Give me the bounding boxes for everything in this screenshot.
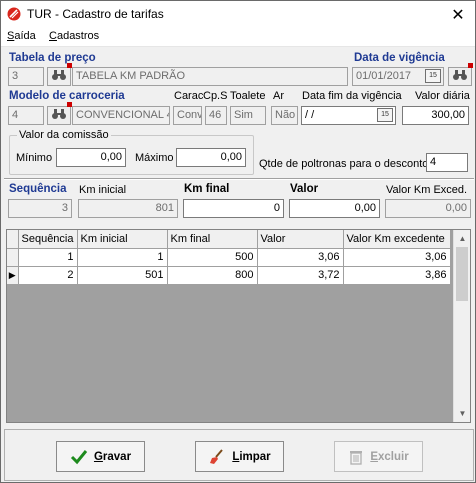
- valor-km-exced-field: 0,00: [385, 199, 471, 218]
- broom-icon: [208, 448, 226, 465]
- grid-header-row: Sequência Km inicial Km final Valor Valo…: [7, 230, 451, 249]
- data-fim-label: Data fim da vigência: [302, 90, 402, 102]
- table-row[interactable]: 1 1 500 3,06 3,06: [7, 248, 451, 267]
- limpar-button[interactable]: Limpar: [195, 441, 284, 472]
- separator: [4, 178, 474, 180]
- grid-col-header[interactable]: Km final: [167, 230, 258, 249]
- grid-cell[interactable]: 800: [167, 266, 258, 285]
- scroll-thumb[interactable]: [456, 247, 468, 301]
- grid-vertical-scrollbar[interactable]: ▲ ▼: [453, 230, 470, 422]
- menu-bar: Saída Cadastros: [1, 28, 475, 47]
- tabela-label: Tabela de preço: [9, 52, 96, 64]
- required-marker: [468, 63, 473, 68]
- grid-cell[interactable]: 3,86: [343, 266, 451, 285]
- vigencia-search-button[interactable]: [448, 67, 472, 86]
- grid-cell[interactable]: 1: [77, 248, 168, 267]
- grid-cell[interactable]: 1: [18, 248, 78, 267]
- binoculars-icon: [452, 69, 468, 84]
- ar-field: Não: [271, 106, 298, 125]
- minimo-label: Mínimo: [16, 152, 53, 164]
- toalete-field: Sim: [230, 106, 266, 125]
- maximo-field[interactable]: 0,00: [176, 148, 246, 167]
- modelo-label: Modelo de carroceria: [9, 90, 125, 102]
- valor-field[interactable]: 0,00: [289, 199, 380, 218]
- grid-cell[interactable]: 501: [77, 266, 168, 285]
- tabela-search-button[interactable]: [47, 67, 71, 86]
- valor-diaria-field[interactable]: 300,00: [402, 106, 469, 125]
- table-row[interactable]: ▶ 2 501 800 3,72 3,86: [7, 266, 451, 285]
- valor-label: Valor: [290, 183, 319, 195]
- scroll-down-icon[interactable]: ▼: [454, 405, 470, 422]
- modelo-name-field: CONVENCIONAL 4: [72, 106, 170, 125]
- title-bar: TUR - Cadastro de tarifas ✕: [1, 1, 475, 28]
- trash-icon: [348, 449, 364, 465]
- seq-field: 3: [8, 199, 72, 218]
- current-row-icon: ▶: [7, 266, 19, 285]
- main-window: TUR - Cadastro de tarifas ✕ Saída Cadast…: [0, 0, 476, 483]
- grid-col-header[interactable]: Sequência: [18, 230, 78, 249]
- grid-cell[interactable]: 3,06: [343, 248, 451, 267]
- button-panel: Gravar Limpar Excluir: [4, 429, 474, 481]
- excluir-button[interactable]: Excluir: [334, 441, 423, 472]
- km-inicial-label: Km inicial: [79, 184, 127, 196]
- comissao-title: Valor da comissão: [17, 129, 111, 141]
- km-final-label: Km final: [184, 183, 230, 195]
- binoculars-icon: [51, 108, 67, 123]
- menu-item-saida[interactable]: Saída: [7, 30, 36, 42]
- grid-col-header[interactable]: Valor: [257, 230, 344, 249]
- grid-table: Sequência Km inicial Km final Valor Valo…: [7, 230, 451, 285]
- app-logo-icon: [7, 7, 21, 21]
- checkmark-icon: [70, 449, 88, 465]
- close-button[interactable]: ✕: [441, 1, 475, 28]
- toalete-label: Toalete: [230, 90, 266, 102]
- poltronas-label: Qtde de poltronas para o desconto: [259, 158, 429, 170]
- km-inicial-field: 801: [78, 199, 178, 218]
- binoculars-icon: [51, 69, 67, 84]
- minimo-field[interactable]: 0,00: [56, 148, 126, 167]
- vigencia-label: Data de vigência: [354, 52, 445, 64]
- poltronas-field[interactable]: 4: [426, 153, 468, 172]
- grid-cell[interactable]: 3,72: [257, 266, 344, 285]
- maximo-label: Máximo: [135, 152, 174, 164]
- seq-label: Sequência: [9, 183, 67, 195]
- grid-cell[interactable]: 3,06: [257, 248, 344, 267]
- calendar-icon[interactable]: 15: [425, 69, 441, 83]
- carac-field: Conv: [173, 106, 202, 125]
- menu-item-cadastros[interactable]: Cadastros: [49, 30, 99, 42]
- tarifas-grid[interactable]: Sequência Km inicial Km final Valor Valo…: [6, 229, 471, 423]
- scroll-up-icon[interactable]: ▲: [454, 230, 470, 247]
- row-indicator: [7, 248, 19, 267]
- grid-indicator-header: [7, 230, 19, 249]
- grid-cell[interactable]: 2: [18, 266, 78, 285]
- calendar-icon[interactable]: 15: [377, 108, 393, 122]
- km-final-field[interactable]: 0: [183, 199, 284, 218]
- cps-field: 46: [205, 106, 227, 125]
- cps-label: Cp.S: [203, 90, 228, 102]
- window-title: TUR - Cadastro de tarifas: [27, 7, 164, 21]
- modelo-code-field[interactable]: 4: [8, 106, 44, 125]
- tabela-code-field[interactable]: 3: [8, 67, 44, 86]
- grid-col-header[interactable]: Valor Km excedente: [343, 230, 451, 249]
- gravar-button[interactable]: Gravar: [56, 441, 145, 472]
- grid-cell[interactable]: 500: [167, 248, 258, 267]
- valor-km-exced-label: Valor Km Exced.: [386, 184, 468, 196]
- carac-label: Carac: [174, 90, 204, 102]
- modelo-search-button[interactable]: [47, 106, 71, 125]
- grid-col-header[interactable]: Km inicial: [77, 230, 168, 249]
- ar-label: Ar: [273, 90, 284, 102]
- valor-diaria-label: Valor diária: [415, 90, 470, 102]
- tabela-name-field: TABELA KM PADRÃO: [72, 67, 348, 86]
